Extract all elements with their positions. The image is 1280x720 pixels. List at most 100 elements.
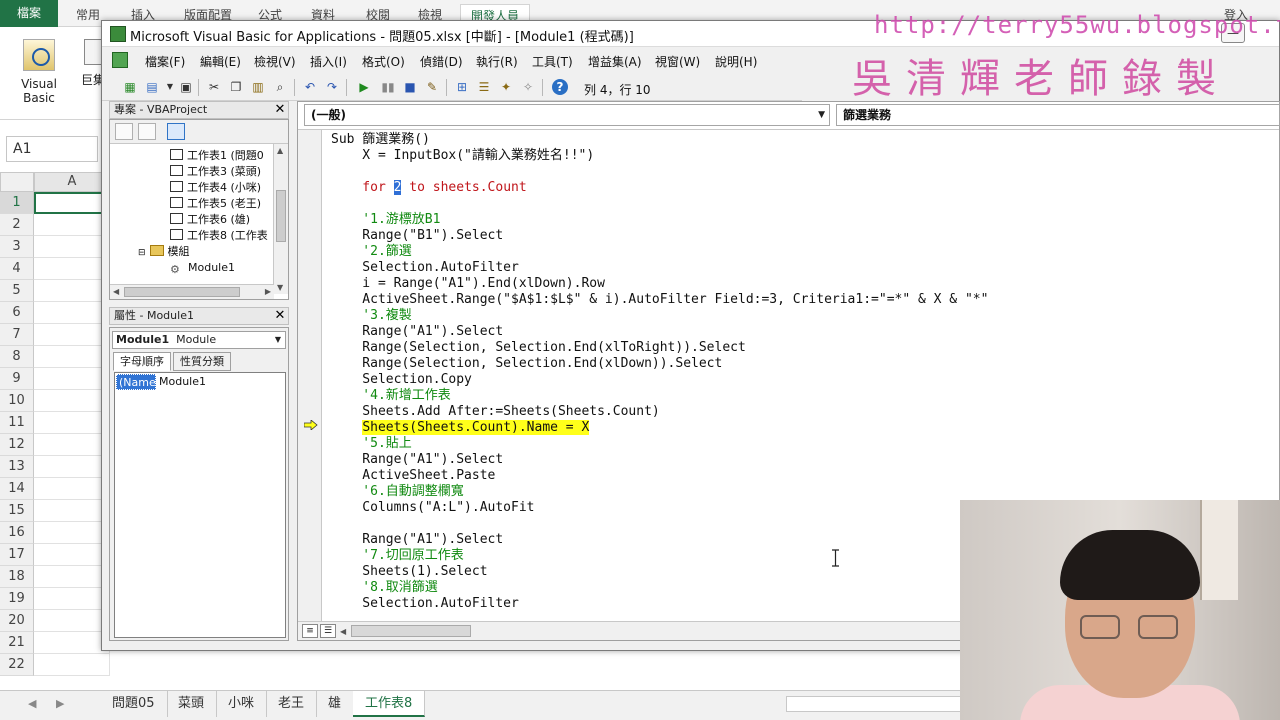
code-line[interactable]: Range(Selection, Selection.End(xlDown)).… (331, 356, 988, 372)
project-explorer-icon[interactable]: ⊞ (454, 79, 470, 95)
scroll-left-icon[interactable]: ◀ (340, 627, 346, 636)
procedure-combo[interactable]: 篩選業務 (836, 104, 1280, 126)
code-line[interactable]: Selection.Copy (331, 372, 988, 388)
visual-basic-button[interactable]: Visual Basic (4, 35, 74, 115)
insert-dropdown-icon[interactable]: ▼ (162, 79, 178, 95)
code-line[interactable]: '4.新增工作表 (331, 388, 988, 404)
menu-run[interactable]: 執行(R) (476, 53, 518, 70)
code-lines[interactable]: Sub 篩選業務() X = InputBox("請輸入業務姓名!!") for… (331, 132, 988, 612)
cell[interactable] (34, 654, 110, 676)
code-line[interactable]: '8.取消篩選 (331, 580, 988, 596)
procedure-view-icon[interactable]: ≡ (302, 624, 318, 638)
row-header[interactable]: 10 (0, 390, 34, 412)
column-header-a[interactable]: A (34, 172, 110, 192)
save-icon[interactable]: ▣ (178, 79, 194, 95)
cell[interactable] (34, 214, 110, 236)
scroll-right-icon[interactable]: ▶ (265, 287, 271, 296)
view-object-icon[interactable] (138, 123, 156, 140)
tab-categorized[interactable]: 性質分類 (173, 352, 231, 371)
cell[interactable] (34, 368, 110, 390)
menu-edit[interactable]: 編輯(E) (200, 53, 241, 70)
code-line[interactable]: '6.自動調整欄寬 (331, 484, 988, 500)
scroll-left-icon[interactable]: ◀ (113, 287, 119, 296)
row-header[interactable]: 11 (0, 412, 34, 434)
ribbon-tab-home[interactable]: 常用 (76, 4, 100, 27)
menu-tools[interactable]: 工具(T) (532, 53, 573, 70)
toolbox-icon[interactable]: ✧ (520, 79, 536, 95)
copy-icon[interactable]: ❐ (228, 79, 244, 95)
ribbon-tab-file[interactable]: 檔案 (0, 0, 58, 27)
cell[interactable] (34, 258, 110, 280)
undo-icon[interactable]: ↶ (302, 79, 318, 95)
properties-window-icon[interactable]: ☰ (476, 79, 492, 95)
cell[interactable] (34, 522, 110, 544)
sheet-next-arrow-icon[interactable]: ▶ (56, 697, 64, 710)
row-header[interactable]: 21 (0, 632, 34, 654)
margin-indicator-bar[interactable] (298, 130, 322, 623)
object-selector[interactable]: Module1 Module ▼ (112, 331, 286, 349)
row-header[interactable]: 13 (0, 456, 34, 478)
cell[interactable] (34, 412, 110, 434)
row-header[interactable]: 12 (0, 434, 34, 456)
cell[interactable] (34, 324, 110, 346)
sheet-tab-4[interactable]: 雄 (316, 691, 355, 717)
code-line[interactable]: ActiveSheet.Range("$A$1:$L$" & i).AutoFi… (331, 292, 988, 308)
menu-debug[interactable]: 偵錯(D) (420, 53, 463, 70)
code-line[interactable]: '5.貼上 (331, 436, 988, 452)
paste-icon[interactable]: ▥ (250, 79, 266, 95)
code-line[interactable]: Range("A1").Select (331, 532, 988, 548)
row-header[interactable]: 19 (0, 588, 34, 610)
redo-icon[interactable]: ↷ (324, 79, 340, 95)
code-line[interactable]: Sheets.Add After:=Sheets(Sheets.Count) (331, 404, 988, 420)
run-icon[interactable]: ▶ (356, 79, 372, 95)
code-line[interactable]: Sheets(1).Select (331, 564, 988, 580)
code-line[interactable]: Selection.AutoFilter (331, 596, 988, 612)
row-header[interactable]: 4 (0, 258, 34, 280)
menu-window[interactable]: 視窗(W) (655, 53, 700, 70)
sheet-tab-1[interactable]: 菜頭 (166, 691, 218, 717)
cell[interactable] (34, 236, 110, 258)
property-row[interactable]: (Name) Module1 (116, 374, 284, 390)
menu-file[interactable]: 檔案(F) (145, 53, 185, 70)
code-line[interactable]: for 2 to sheets.Count (331, 180, 988, 196)
code-line[interactable]: '1.游標放B1 (331, 212, 988, 228)
code-line[interactable]: '3.複製 (331, 308, 988, 324)
row-header[interactable]: 1 (0, 192, 34, 214)
cell[interactable] (34, 632, 110, 654)
design-mode-icon[interactable]: ✎ (424, 79, 440, 95)
cell[interactable] (34, 500, 110, 522)
cell[interactable] (34, 610, 110, 632)
cell[interactable] (34, 588, 110, 610)
code-line[interactable]: '7.切回原工作表 (331, 548, 988, 564)
code-line[interactable]: i = Range("A1").End(xlDown).Row (331, 276, 988, 292)
code-line[interactable] (331, 516, 988, 532)
full-module-view-icon[interactable]: ☰ (320, 624, 336, 638)
name-box[interactable]: A1 (6, 136, 98, 162)
tree-item-sheet4[interactable]: 工作表4 (小咪) (170, 180, 261, 196)
cell[interactable] (34, 390, 110, 412)
code-line[interactable]: Range("B1").Select (331, 228, 988, 244)
active-cell[interactable] (34, 192, 110, 214)
cell[interactable] (34, 544, 110, 566)
row-header[interactable]: 17 (0, 544, 34, 566)
tree-item-sheet3[interactable]: 工作表3 (菜頭) (170, 164, 261, 180)
code-line[interactable]: Selection.AutoFilter (331, 260, 988, 276)
tree-item-sheet8[interactable]: 工作表8 (工作表 (170, 228, 268, 244)
sheet-horizontal-scrollbar[interactable] (786, 696, 986, 712)
row-header[interactable]: 2 (0, 214, 34, 236)
reset-icon[interactable]: ■ (402, 79, 418, 95)
row-header[interactable]: 16 (0, 522, 34, 544)
row-header[interactable]: 22 (0, 654, 34, 676)
row-header[interactable]: 6 (0, 302, 34, 324)
sheet-tab-3[interactable]: 老王 (266, 691, 318, 717)
row-header[interactable]: 14 (0, 478, 34, 500)
code-line[interactable]: Range("A1").Select (331, 452, 988, 468)
break-icon[interactable]: ▮▮ (380, 79, 396, 95)
toggle-folders-icon[interactable] (167, 123, 185, 140)
code-line[interactable]: X = InputBox("請輸入業務姓名!!") (331, 148, 988, 164)
scroll-thumb[interactable] (276, 190, 286, 242)
row-header[interactable]: 20 (0, 610, 34, 632)
cell[interactable] (34, 478, 110, 500)
sheet-tab-2[interactable]: 小咪 (216, 691, 268, 717)
code-line[interactable]: '2.篩選 (331, 244, 988, 260)
